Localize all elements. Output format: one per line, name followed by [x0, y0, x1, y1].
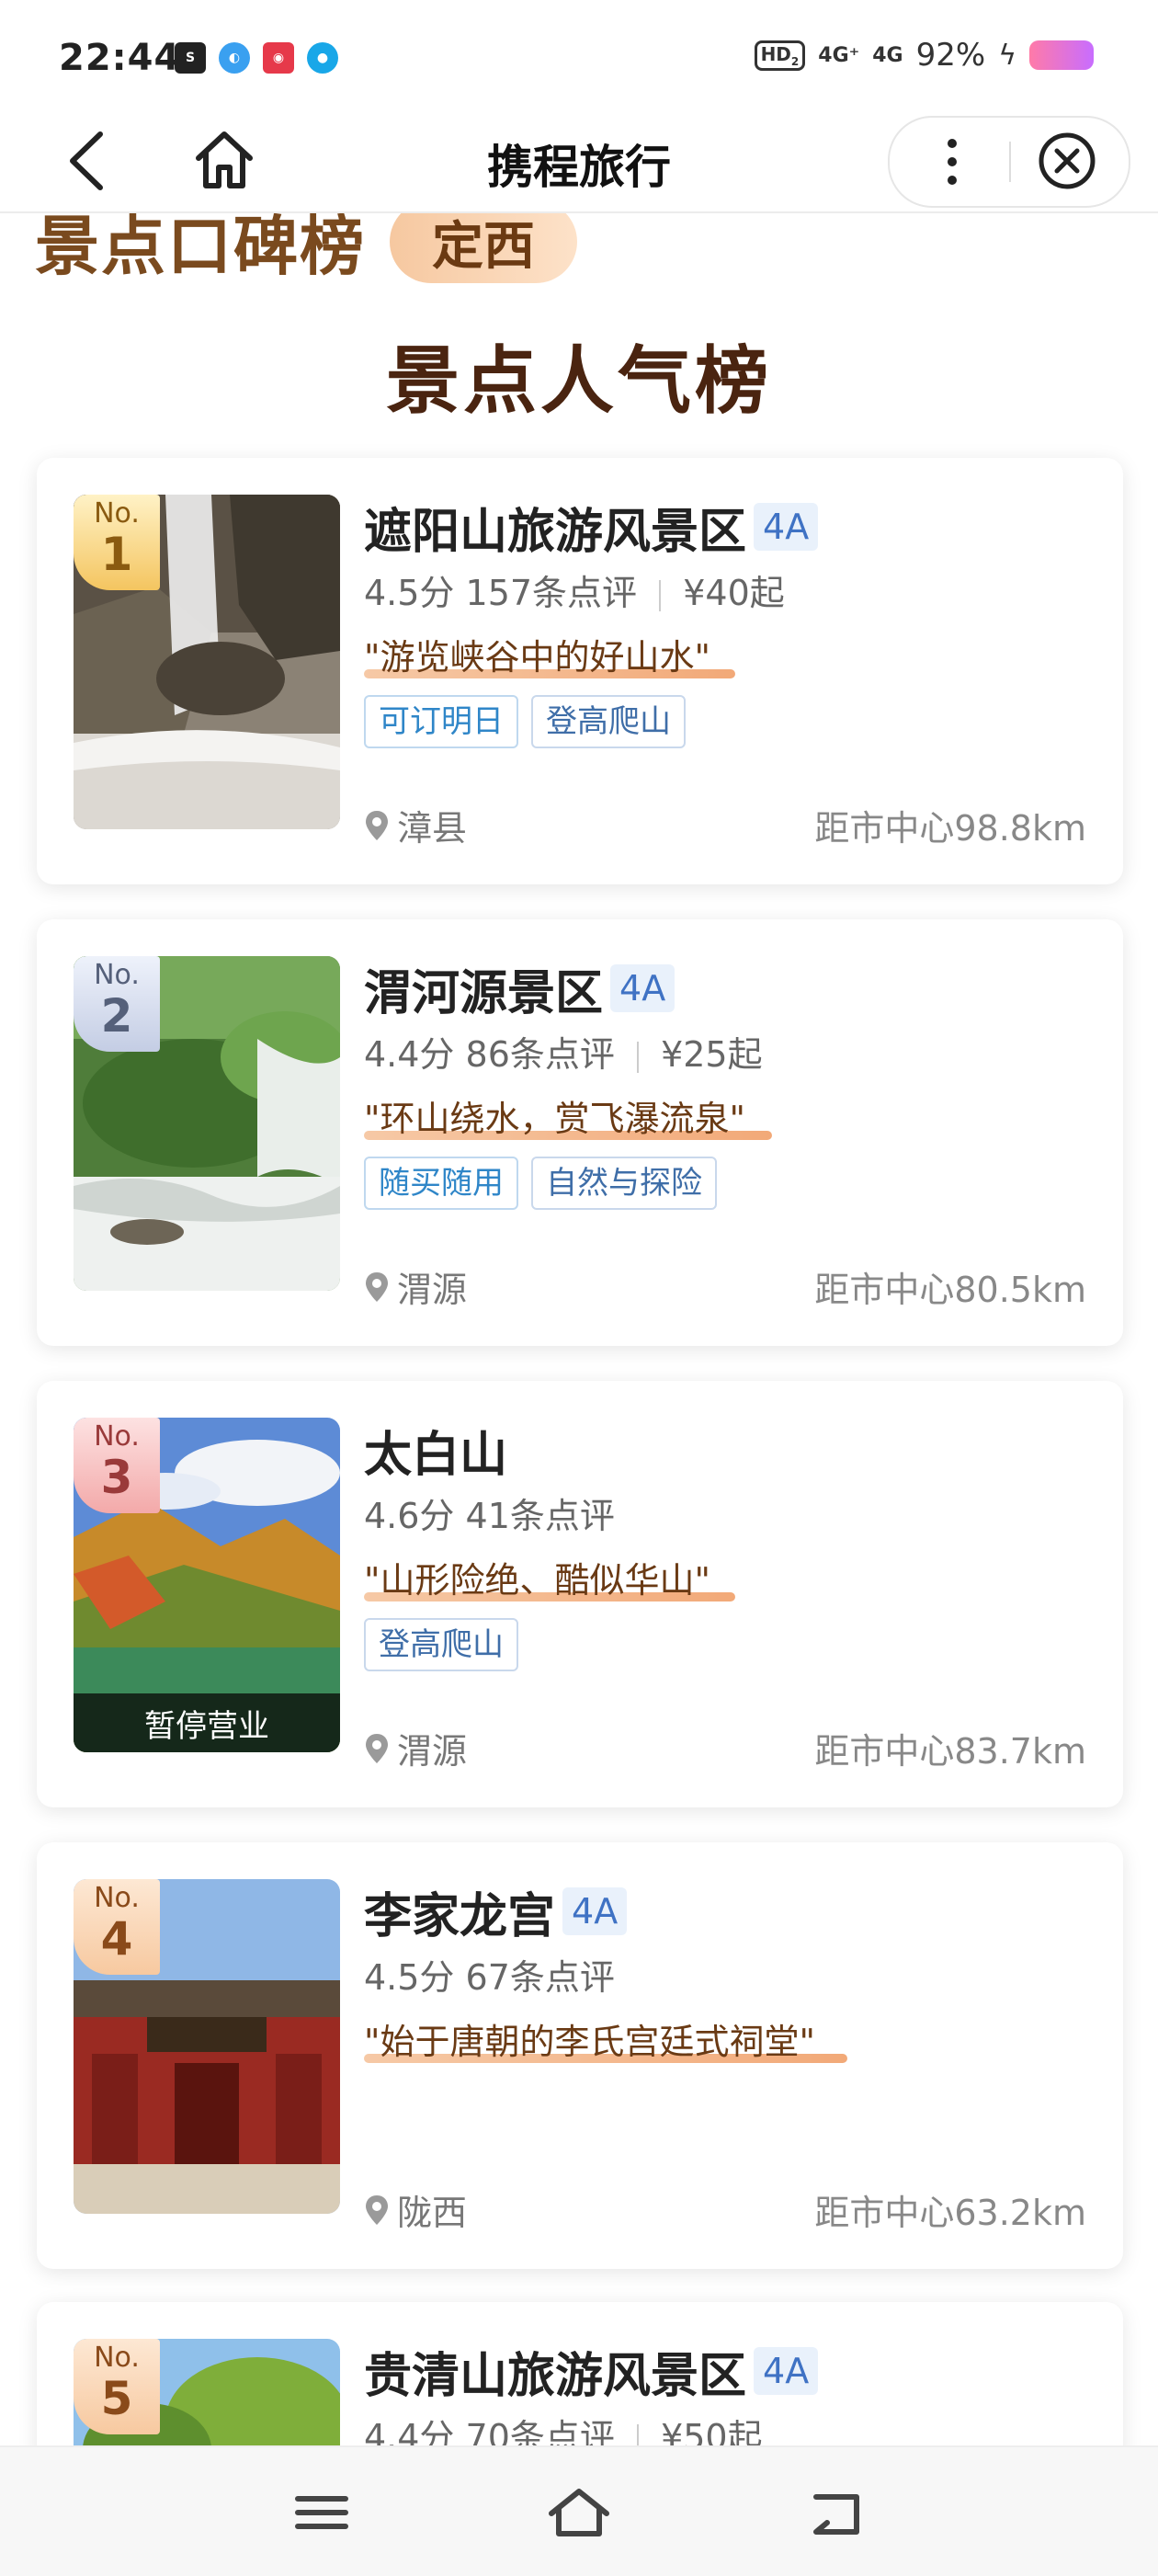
- attraction-meta: 4.5分 67条点评: [364, 1955, 1086, 2000]
- attraction-name: 太白山: [364, 1427, 508, 1483]
- distance: 距市中心98.8km: [814, 808, 1086, 849]
- browser-app-icon: ◐: [219, 42, 250, 74]
- review-count: 86条点评: [465, 1034, 615, 1075]
- district: 漳县: [397, 808, 468, 849]
- location-row: 渭源 距市中心83.7km: [364, 1723, 1086, 1772]
- attraction-name: 遮阳山旅游风景区: [364, 504, 747, 560]
- tag: 可订明日: [364, 695, 518, 748]
- attraction-name: 渭河源景区: [364, 965, 604, 1021]
- tag-list: 可订明日 登高爬山: [364, 695, 1086, 748]
- capsule-divider: [1009, 142, 1011, 182]
- shop-app-icon: ◉: [263, 42, 294, 74]
- distance: 距市中心83.7km: [814, 1731, 1086, 1772]
- attraction-meta: 4.4分 86条点评 ¥25起: [364, 1032, 1086, 1077]
- status-notification-icons: S ◐ ◉ ●: [175, 42, 338, 74]
- location-row: 漳县 距市中心98.8km: [364, 800, 1086, 849]
- charging-icon: ϟ: [998, 39, 1016, 72]
- attraction-info: 遮阳山旅游风景区 4A 4.5分 157条点评 ¥40起 "游览峡谷中的好山水"…: [364, 495, 1086, 748]
- location-row: 陇西 距市中心63.2km: [364, 2184, 1086, 2233]
- attraction-photo: No. 1: [74, 495, 340, 829]
- closed-overlay: 暂停营业: [74, 1693, 340, 1752]
- rank-badge-bronze: No. 3: [74, 1418, 160, 1513]
- tag: 登高爬山: [364, 1618, 518, 1671]
- system-nav-bar: [0, 2445, 1158, 2576]
- distance: 距市中心63.2km: [814, 2193, 1086, 2233]
- status-bar: 22:44 S ◐ ◉ ● HD2 4G⁺ 4G 92% ϟ: [0, 0, 1158, 110]
- signal-4g-icon: 4G: [872, 43, 903, 67]
- attraction-info: 贵清山旅游风景区 4A 4.4分 70条点评 ¥50起: [364, 2339, 1086, 2460]
- score: 4.5分: [364, 1957, 455, 1998]
- rank-badge-silver: No. 2: [74, 956, 160, 1052]
- district: 渭源: [397, 1270, 468, 1310]
- attraction-photo: No. 2: [74, 956, 340, 1291]
- district: 陇西: [397, 2193, 468, 2233]
- battery-percent: 92%: [915, 37, 986, 74]
- location-pin-icon: [366, 1271, 388, 1302]
- tag: 随买随用: [364, 1157, 518, 1210]
- district: 渭源: [397, 1731, 468, 1772]
- app-nav-bar: 携程旅行: [0, 110, 1158, 213]
- location-pin-icon: [366, 810, 388, 840]
- location-row: 渭源 距市中心80.5km: [364, 1261, 1086, 1310]
- status-right: HD2 4G⁺ 4G 92% ϟ: [754, 37, 1094, 74]
- attraction-quote: "山形险绝、酷似华山": [364, 1552, 1086, 1603]
- attraction-info: 太白山 4.6分 41条点评 "山形险绝、酷似华山" 登高爬山: [364, 1418, 1086, 1671]
- soul-app-icon: S: [175, 42, 206, 74]
- attraction-card-1[interactable]: No. 1 遮阳山旅游风景区 4A 4.5分 157条点评 ¥40起 "游览峡谷…: [37, 458, 1123, 884]
- attraction-card-2[interactable]: No. 2 渭河源景区 4A 4.4分 86条点评 ¥25起 "环山绕水，赏飞瀑…: [37, 919, 1123, 1346]
- attraction-quote: "始于唐朝的李氏宫廷式祠堂": [364, 2013, 1086, 2065]
- system-home-icon[interactable]: [542, 2480, 616, 2545]
- rank-badge: No. 5: [74, 2339, 160, 2434]
- review-count: 41条点评: [465, 1496, 615, 1536]
- score: 4.5分: [364, 573, 455, 613]
- mini-program-capsule: [888, 116, 1130, 208]
- rank-badge-gold: No. 1: [74, 495, 160, 590]
- menu-icon[interactable]: [285, 2480, 358, 2545]
- attraction-quote: "环山绕水，赏飞瀑流泉": [364, 1090, 1086, 1142]
- signal-4g-plus-icon: 4G⁺: [818, 43, 860, 67]
- tag-list: 随买随用 自然与探险: [364, 1157, 1086, 1210]
- attraction-info: 李家龙宫 4A 4.5分 67条点评 "始于唐朝的李氏宫廷式祠堂": [364, 1879, 1086, 2065]
- attraction-photo: No. 3 暂停营业: [74, 1418, 340, 1752]
- review-count: 157条点评: [465, 573, 638, 613]
- status-time: 22:44: [59, 37, 181, 79]
- attraction-photo: No. 4: [74, 1879, 340, 2214]
- attraction-card-4[interactable]: No. 4 李家龙宫 4A 4.5分 67条点评 "始于唐朝的李氏宫廷式祠堂" …: [37, 1842, 1123, 2269]
- board-title: 景点口碑榜: [35, 213, 366, 284]
- hd-icon: HD2: [754, 40, 806, 71]
- level-badge: 4A: [754, 2347, 819, 2395]
- price: ¥40起: [683, 573, 785, 613]
- attraction-quote: "游览峡谷中的好山水": [364, 629, 1086, 680]
- attraction-card-3[interactable]: No. 3 暂停营业 太白山 4.6分 41条点评 "山形险绝、酷似华山" 登高…: [37, 1381, 1123, 1807]
- level-badge: 4A: [610, 964, 676, 1012]
- score: 4.6分: [364, 1496, 455, 1536]
- attraction-meta: 4.6分 41条点评: [364, 1493, 1086, 1539]
- rank-badge: No. 4: [74, 1879, 160, 1975]
- attraction-name: 李家龙宫: [364, 1888, 556, 1944]
- location-pin-icon: [366, 1733, 388, 1763]
- ranking-heading: 景点人气榜: [386, 338, 772, 424]
- more-vertical-icon[interactable]: [943, 134, 961, 189]
- tag-list: 登高爬山: [364, 1618, 1086, 1671]
- attraction-info: 渭河源景区 4A 4.4分 86条点评 ¥25起 "环山绕水，赏飞瀑流泉" 随买…: [364, 956, 1086, 1210]
- tag: 登高爬山: [531, 695, 686, 748]
- battery-icon: [1029, 40, 1094, 70]
- system-back-icon[interactable]: [800, 2480, 873, 2545]
- price: ¥25起: [661, 1034, 763, 1075]
- qq-app-icon: ●: [307, 42, 338, 74]
- level-badge: 4A: [754, 503, 819, 551]
- city-selector[interactable]: 定西: [390, 213, 577, 283]
- close-circle-icon[interactable]: [1037, 131, 1097, 191]
- tag: 自然与探险: [531, 1157, 717, 1210]
- score: 4.4分: [364, 1034, 455, 1075]
- ranking-header: 景点口碑榜 定西: [0, 213, 1158, 287]
- level-badge: 4A: [562, 1887, 628, 1935]
- review-count: 67条点评: [465, 1957, 615, 1998]
- distance: 距市中心80.5km: [814, 1270, 1086, 1310]
- location-pin-icon: [366, 2194, 388, 2225]
- attraction-name: 贵清山旅游风景区: [364, 2348, 747, 2404]
- attraction-meta: 4.5分 157条点评 ¥40起: [364, 570, 1086, 616]
